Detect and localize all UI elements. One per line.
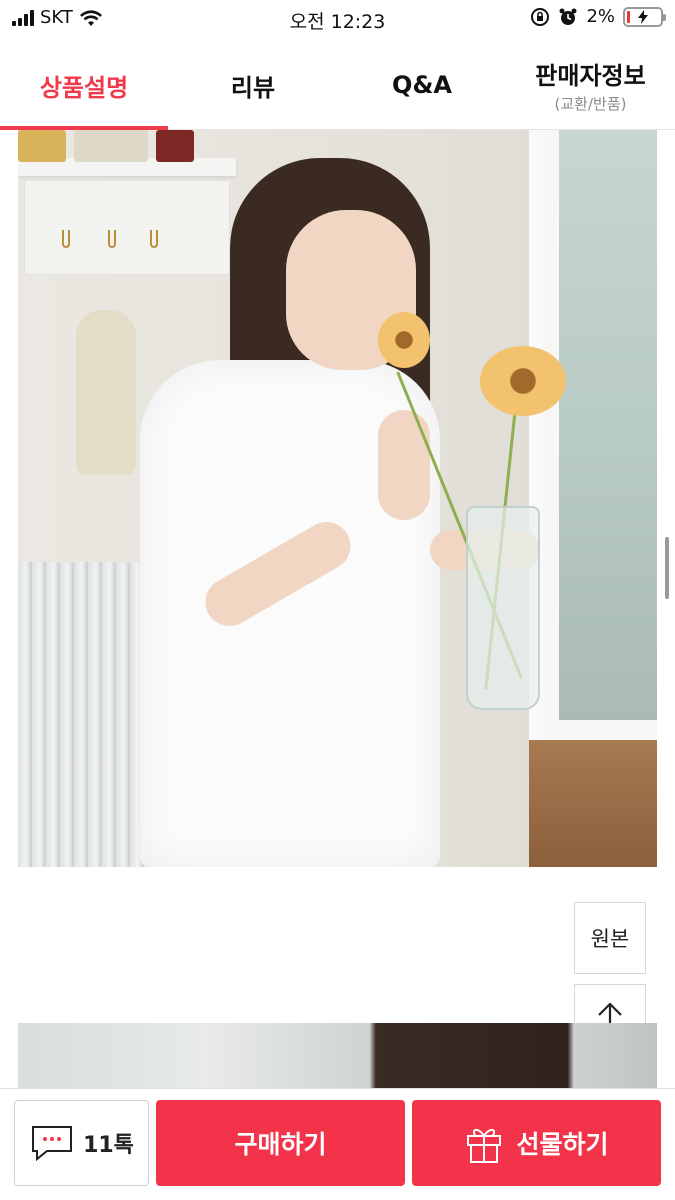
alarm-icon: [559, 8, 577, 25]
tab-sublabel: (교환/반품): [554, 95, 627, 113]
tab-product-description[interactable]: 상품설명: [0, 40, 168, 130]
gift-button[interactable]: 선물하기: [412, 1100, 661, 1186]
tab-bar: 상품설명 리뷰 Q&A 판매자정보 (교환/반품): [0, 40, 675, 130]
tab-seller-info[interactable]: 판매자정보 (교환/반품): [506, 40, 675, 130]
product-photo[interactable]: [18, 130, 657, 867]
window: [529, 130, 657, 760]
glass-vase: [466, 506, 540, 710]
status-right: 2%: [530, 6, 666, 27]
buy-button[interactable]: 구매하기: [156, 1100, 405, 1186]
knit-bag: [76, 310, 136, 475]
gift-label: 선물하기: [516, 1130, 609, 1159]
flower: [480, 346, 566, 416]
tab-reviews[interactable]: 리뷰: [168, 40, 338, 130]
bottom-action-bar: 11톡 구매하기 선물하기: [0, 1088, 675, 1200]
battery-icon: [623, 6, 666, 27]
view-original-button[interactable]: 원본: [574, 902, 646, 974]
lock-rotation-icon: [531, 7, 550, 26]
tab-label: Q&A: [392, 71, 452, 99]
wooden-table: [529, 740, 657, 867]
tab-qna[interactable]: Q&A: [338, 40, 506, 130]
battery-percent: 2%: [586, 6, 615, 27]
talk-button[interactable]: 11톡: [14, 1100, 149, 1186]
tab-label: 리뷰: [230, 73, 276, 102]
buy-label: 구매하기: [234, 1130, 327, 1159]
flower: [378, 312, 430, 368]
gift-icon: [467, 1129, 502, 1163]
status-bar: SKT 오전 12:23 2%: [0, 0, 675, 40]
chat-icon: [32, 1126, 73, 1162]
talk-label: 11톡: [83, 1133, 134, 1158]
tab-label: 상품설명: [39, 73, 129, 102]
product-photo-2[interactable]: [18, 1023, 657, 1088]
tab-label: 판매자정보: [535, 62, 646, 90]
scrollbar-thumb[interactable]: [665, 537, 669, 599]
original-label: 원본: [590, 927, 630, 951]
